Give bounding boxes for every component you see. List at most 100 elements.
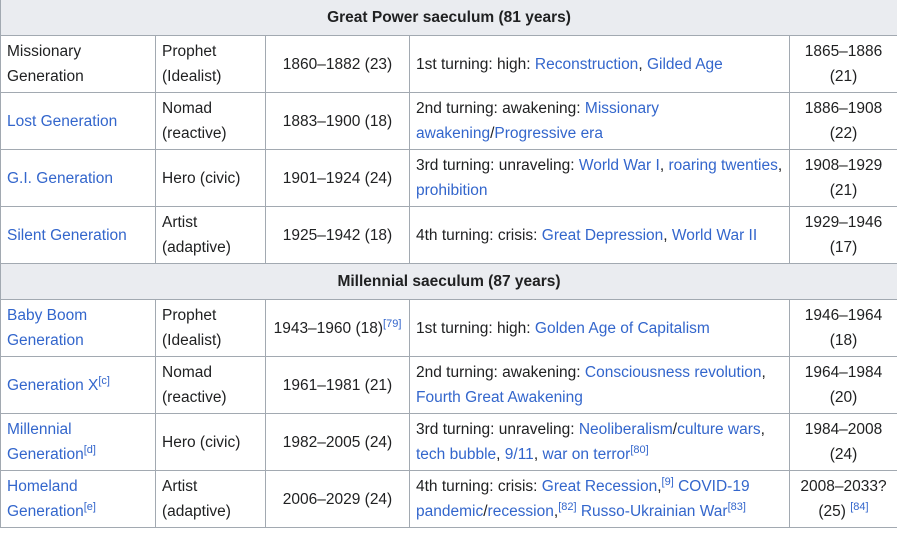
article-link[interactable]: Gilded Age bbox=[647, 56, 723, 73]
turning-years-cell: 1886–1908 (22) bbox=[789, 92, 897, 150]
table-row: Millennial Generation[d] Hero (civic) 1982… bbox=[0, 413, 897, 471]
section-header-row: Millennial saeculum (87 years) bbox=[0, 263, 897, 300]
generations-table: Great Power saeculum (81 years) Missionar… bbox=[0, 0, 897, 528]
section-header-row: Great Power saeculum (81 years) bbox=[0, 0, 897, 36]
birth-years-cell: 1860–1882 (23) bbox=[265, 35, 410, 93]
cell-text: 1943–1960 (18) bbox=[273, 319, 384, 337]
turning-years-cell: 1946–1964 (18) bbox=[789, 299, 897, 357]
article-link[interactable]: G.I. Generation bbox=[7, 170, 113, 187]
cell-text: 1908–1929 (21) bbox=[804, 157, 883, 199]
citation-link[interactable]: [82] bbox=[558, 501, 576, 513]
citation-link[interactable]: [d] bbox=[84, 444, 96, 456]
cell-text: 1961–1981 (21) bbox=[282, 376, 393, 394]
birth-years-cell: 1925–1942 (18) bbox=[265, 206, 410, 264]
table-row: Generation X[c] Nomad (reactive) 1961–1981… bbox=[0, 356, 897, 414]
cell-text: 1865–1886 (21) bbox=[804, 43, 883, 85]
cell-text: 3rd turning: unraveling: bbox=[416, 421, 579, 438]
article-link[interactable]: Silent Generation bbox=[7, 227, 127, 244]
article-link[interactable]: tech bubble bbox=[416, 446, 496, 463]
cell-text: 2006–2029 (24) bbox=[282, 490, 393, 508]
article-link[interactable]: Baby Boom Generation bbox=[7, 307, 87, 349]
section-title: Great Power saeculum (81 years) bbox=[0, 0, 897, 36]
cell-text: 1st turning: high: bbox=[416, 319, 535, 337]
article-link[interactable]: roaring twenties bbox=[668, 157, 777, 174]
generation-cell: Millennial Generation[d] bbox=[0, 413, 156, 471]
turning-cell: 3rd turning: unraveling: World War I, ro… bbox=[409, 149, 790, 207]
article-link[interactable]: Generation X bbox=[7, 377, 98, 394]
turning-cell: 1st turning: high: Golden Age of Capital… bbox=[409, 299, 790, 357]
cell-text: , bbox=[761, 364, 766, 381]
generation-cell: Missionary Generation bbox=[0, 35, 156, 93]
turning-years-cell: 1865–1886 (21) bbox=[789, 35, 897, 93]
citation-link[interactable]: [9] bbox=[662, 476, 674, 488]
turning-years-cell: 1984–2008 (24) bbox=[789, 413, 897, 471]
article-link[interactable]: World War I bbox=[579, 157, 660, 174]
birth-years-cell: 1943–1960 (18)[79] bbox=[265, 299, 410, 357]
turning-cell: 4th turning: crisis: Great Recession,[9]… bbox=[409, 470, 790, 528]
article-link[interactable]: culture wars bbox=[677, 421, 761, 438]
turning-years-cell: 1908–1929 (21) bbox=[789, 149, 897, 207]
turning-years-cell: 1964–1984 (20) bbox=[789, 356, 897, 414]
birth-years-cell: 2006–2029 (24) bbox=[265, 470, 410, 528]
article-link[interactable]: Progressive era bbox=[494, 125, 603, 142]
turning-cell: 3rd turning: unraveling: Neoliberalism/c… bbox=[409, 413, 790, 471]
cell-text: 4th turning: crisis: bbox=[416, 226, 542, 244]
citation-link[interactable]: [80] bbox=[630, 444, 648, 456]
table-row: G.I. Generation Hero (civic) 1901–1924 (24… bbox=[0, 149, 897, 207]
cell-text: 1901–1924 (24) bbox=[282, 169, 393, 187]
cell-text: 4th turning: crisis: bbox=[416, 478, 542, 495]
turning-cell: 1st turning: high: Reconstruction, Gilde… bbox=[409, 35, 790, 93]
birth-years-cell: 1961–1981 (21) bbox=[265, 356, 410, 414]
archetype-cell: Prophet (Idealist) bbox=[155, 35, 266, 93]
table-row: Missionary Generation Prophet (Idealist) 1… bbox=[0, 35, 897, 93]
article-link[interactable]: World War II bbox=[672, 227, 757, 244]
table-row: Lost Generation Nomad (reactive) 1883–1900… bbox=[0, 92, 897, 150]
archetype-cell: Hero (civic) bbox=[155, 413, 266, 471]
article-link[interactable]: recession bbox=[488, 503, 554, 520]
article-link[interactable]: Great Depression bbox=[542, 227, 663, 244]
turning-cell: 4th turning: crisis: Great Depression, W… bbox=[409, 206, 790, 264]
turning-cell: 2nd turning: awakening: Missionary awake… bbox=[409, 92, 790, 150]
article-link[interactable]: 9/11 bbox=[505, 446, 534, 463]
table-body: Great Power saeculum (81 years) Missionar… bbox=[0, 0, 897, 528]
article-link[interactable]: war on terror bbox=[542, 446, 630, 463]
section-title: Millennial saeculum (87 years) bbox=[0, 263, 897, 300]
citation-link[interactable]: [84] bbox=[850, 501, 868, 513]
citation-link[interactable]: [c] bbox=[98, 375, 110, 387]
article-link[interactable]: Russo-Ukrainian War bbox=[581, 503, 728, 520]
generation-cell: Lost Generation bbox=[0, 92, 156, 150]
article-link[interactable]: Lost Generation bbox=[7, 113, 117, 130]
turning-years-cell: 2008–2033? (25) [84] bbox=[789, 470, 897, 528]
citation-link[interactable]: [79] bbox=[383, 318, 401, 330]
cell-text: 1982–2005 (24) bbox=[282, 433, 393, 451]
table-row: Homeland Generation[e] Artist (adaptive) 2… bbox=[0, 470, 897, 528]
cell-text: , bbox=[638, 55, 647, 73]
article-link[interactable]: Millennial Generation bbox=[7, 421, 84, 463]
article-link[interactable]: Great Recession bbox=[542, 478, 657, 495]
generation-cell: Homeland Generation[e] bbox=[0, 470, 156, 528]
citation-link[interactable]: [e] bbox=[84, 501, 96, 513]
article-link[interactable]: prohibition bbox=[416, 182, 488, 199]
article-link[interactable]: Neoliberalism bbox=[579, 421, 673, 438]
cell-text: 1929–1946 (17) bbox=[804, 214, 883, 256]
turning-years-cell: 1929–1946 (17) bbox=[789, 206, 897, 264]
cell-text: 1925–1942 (18) bbox=[282, 226, 393, 244]
article-link[interactable]: Homeland Generation bbox=[7, 478, 84, 520]
cell-text: 1860–1882 (23) bbox=[282, 55, 393, 73]
article-link[interactable]: Golden Age of Capitalism bbox=[535, 320, 710, 337]
cell-text: 2nd turning: awakening: bbox=[416, 364, 585, 381]
archetype-cell: Nomad (reactive) bbox=[155, 356, 266, 414]
archetype-cell: Nomad (reactive) bbox=[155, 92, 266, 150]
archetype-cell: Artist (adaptive) bbox=[155, 470, 266, 528]
cell-text: 1st turning: high: bbox=[416, 55, 535, 73]
generation-cell: Generation X[c] bbox=[0, 356, 156, 414]
generation-cell: G.I. Generation bbox=[0, 149, 156, 207]
article-link[interactable]: Reconstruction bbox=[535, 56, 638, 73]
cell-text: 3rd turning: unraveling: bbox=[416, 157, 579, 174]
article-link[interactable]: Fourth Great Awakening bbox=[416, 389, 583, 406]
article-link[interactable]: Consciousness revolution bbox=[585, 364, 762, 381]
citation-link[interactable]: [83] bbox=[728, 501, 746, 513]
archetype-cell: Hero (civic) bbox=[155, 149, 266, 207]
cell-text: 1886–1908 (22) bbox=[804, 100, 883, 142]
cell-text: , bbox=[760, 421, 765, 438]
